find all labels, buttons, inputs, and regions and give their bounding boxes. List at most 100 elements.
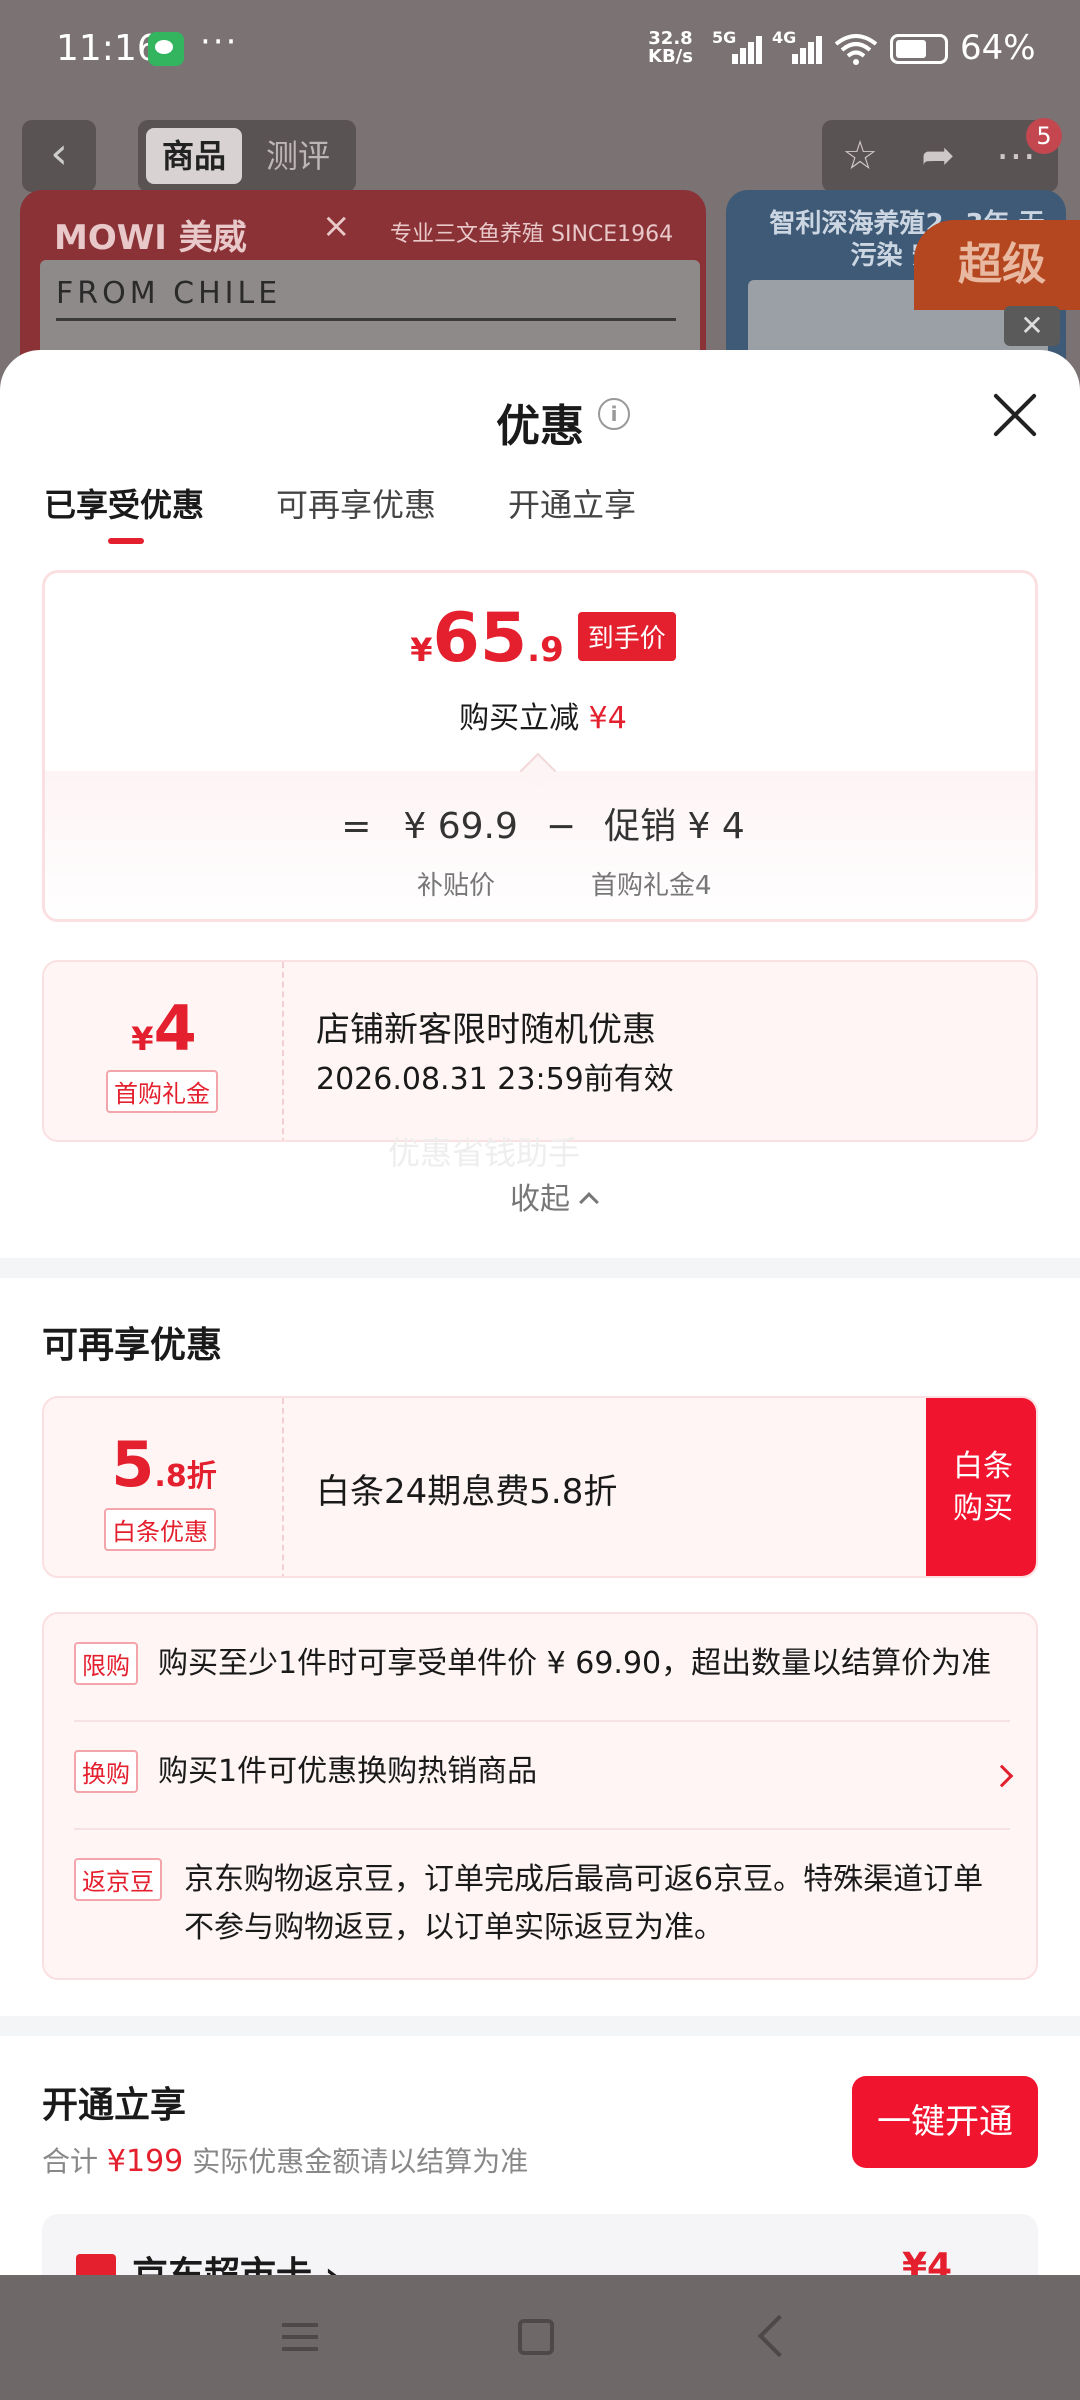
baitiao-button-line2: 购买	[953, 1491, 1013, 1526]
super-tag: 超级	[914, 220, 1080, 310]
rule-tag-limit: 限购	[74, 1642, 138, 1685]
formula-minus: −	[545, 806, 577, 847]
back-button[interactable]: ‹	[22, 120, 96, 192]
formula-equals: =	[341, 806, 372, 847]
tab-review[interactable]: 测评	[250, 128, 346, 184]
signal-5g-icon: 5G	[712, 28, 762, 64]
coupon-number: 4	[153, 992, 197, 1065]
menu-icon[interactable]	[282, 2323, 318, 2351]
watermark: 优惠省钱助手	[388, 1134, 581, 1172]
baitiao-button-line1: 白条	[953, 1449, 1013, 1484]
baitiao-text: 白条24期息费5.8折	[316, 1472, 618, 1512]
price-tag: 到手价	[577, 612, 676, 661]
baitiao-label: 白条优惠	[104, 1508, 216, 1551]
baitiao-amount: 5.8折	[44, 1428, 284, 1501]
notification-badge: 5	[1026, 118, 1062, 154]
signal-4g-icon: 4G	[772, 28, 822, 64]
tab-underline	[108, 538, 144, 544]
sum-note: 实际优惠金额请以结算为准	[192, 2145, 529, 2178]
chevron-up-icon	[579, 1192, 599, 1212]
network-speed: 32.8 KB/s	[648, 30, 693, 66]
sum-value: ¥199	[106, 2144, 184, 2179]
coupon-label: 首购礼金	[106, 1070, 218, 1113]
formula-promo-label: 首购礼金4	[591, 871, 712, 901]
sheet-title: 优惠	[496, 401, 584, 452]
battery-icon	[890, 34, 948, 64]
one-click-open-button[interactable]: 一键开通	[852, 2076, 1038, 2168]
share-icon[interactable]: ➦	[914, 132, 962, 180]
brand-logo: MOWI 美威	[54, 218, 247, 258]
wifi-icon	[834, 34, 878, 65]
signal-4g-label: 4G	[772, 28, 797, 47]
card-name: 京东超市卡 ›	[132, 2246, 339, 2275]
more-notifications-icon: ···	[200, 22, 239, 62]
sum-label: 合计	[42, 2145, 99, 2178]
origin-label: FROM CHILE	[56, 276, 282, 311]
card-amount: ¥4	[902, 2246, 953, 2275]
coupon-validity: 2026.08.31 23:59前有效	[316, 1062, 674, 1097]
product-actions: ☆ ➦ ⋯	[822, 120, 1058, 192]
baitiao-offer: 5.8折 白条优惠 白条24期息费5.8折 白条 购买	[42, 1396, 1038, 1578]
product-tabs: 商品 测评	[138, 120, 356, 192]
collapse-label: 收起	[510, 1182, 570, 1217]
more-section-title: 可再享优惠	[42, 1325, 223, 1366]
rule-text-exchange: 购买1件可优惠换购热销商品	[158, 1754, 538, 1789]
tab-open-enjoy[interactable]: 开通立享	[508, 480, 636, 526]
status-bar: 11:16 ··· 32.8 KB/s 5G 4G 64%	[0, 0, 1080, 100]
coupon-title: 店铺新客限时随机优惠	[316, 1010, 656, 1050]
formula-promo: 促销 ¥ 4	[604, 806, 745, 847]
rules-box: 限购 购买至少1件时可享受单件价 ¥ 69.90，超出数量以结算价为准 换购 购…	[42, 1612, 1038, 1980]
close-icon: ×	[322, 206, 351, 246]
rule-text-limit: 购买至少1件时可享受单件价 ¥ 69.90，超出数量以结算价为准	[158, 1646, 992, 1681]
baitiao-sub: .8折	[154, 1459, 217, 1494]
final-price: ¥65.9 到手价	[45, 599, 1035, 678]
price-yen: ¥	[410, 631, 433, 669]
tab-more-available[interactable]: 可再享优惠	[276, 480, 436, 526]
close-icon[interactable]	[990, 390, 1040, 440]
rule-separator	[74, 1828, 1010, 1830]
open-section-title: 开通立享	[42, 2085, 187, 2126]
chevron-right-icon[interactable]	[990, 1764, 1014, 1788]
coupon-value-panel: ¥4 首购礼金	[44, 962, 284, 1140]
supermarket-card-item[interactable]: 京东超市卡 › ¥4	[42, 2214, 1038, 2275]
rule-separator	[74, 1720, 1010, 1722]
price-formula: = ¥ 69.9− 促销 ¥ 4	[45, 797, 1035, 849]
formula-base-label: 补贴价	[417, 871, 496, 901]
back-icon[interactable]	[757, 2314, 801, 2358]
section-divider	[0, 2016, 1080, 2036]
card-icon	[76, 2254, 116, 2275]
system-nav-bar	[0, 2275, 1080, 2400]
first-purchase-coupon: ¥4 首购礼金 店铺新客限时随机优惠 2026.08.31 23:59前有效	[42, 960, 1038, 1142]
home-icon[interactable]	[518, 2319, 554, 2355]
baitiao-buy-button[interactable]: 白条 购买	[926, 1398, 1036, 1576]
open-section-summary: 合计 ¥199 实际优惠金额请以结算为准	[42, 2140, 528, 2180]
baitiao-value-panel: 5.8折 白条优惠	[44, 1398, 284, 1576]
coupon-amount: ¥4	[44, 992, 284, 1065]
collapse-button[interactable]: 收起	[510, 1174, 599, 1218]
section-divider	[0, 1258, 1080, 1278]
reduce-value: ¥4	[588, 701, 627, 736]
baitiao-number: 5	[111, 1428, 155, 1501]
status-time: 11:16	[56, 28, 160, 69]
coupon-yen: ¥	[131, 1020, 154, 1058]
rule-tag-exchange: 换购	[74, 1750, 138, 1793]
rule-tag-jingdou: 返京豆	[74, 1858, 162, 1901]
reduce-line: 购买立减 ¥4	[45, 693, 1035, 737]
battery-percent: 64%	[960, 28, 1036, 68]
reduce-label: 购买立减	[459, 701, 580, 736]
rule-text-jingdou: 京东购物返京豆，订单完成后最高可返6京豆。特殊渠道订单不参与购物返豆，以订单实际…	[184, 1862, 984, 1945]
tab-goods[interactable]: 商品	[146, 128, 242, 184]
brand-slogan: 专业三文鱼养殖 SINCE1964	[390, 222, 674, 247]
network-speed-unit: KB/s	[648, 46, 693, 67]
tab-enjoyed[interactable]: 已享受优惠	[44, 480, 204, 526]
info-icon[interactable]: i	[598, 398, 630, 430]
banner-divider	[56, 318, 676, 321]
formula-base-price: ¥ 69.9	[403, 806, 518, 847]
banner-close-icon[interactable]: ✕	[1004, 306, 1060, 346]
price-integer: 65	[432, 599, 528, 678]
price-decimal: .9	[527, 630, 564, 670]
final-price-box: ¥65.9 到手价 购买立减 ¥4 = ¥ 69.9− 促销 ¥ 4 补贴价 首购礼金…	[42, 570, 1038, 922]
signal-5g-label: 5G	[712, 28, 737, 47]
discount-sheet: 优惠 i 已享受优惠 可再享优惠 开通立享 ¥65.9 到手价 购买立减 ¥4 =…	[0, 350, 1080, 2275]
star-icon[interactable]: ☆	[836, 132, 884, 180]
